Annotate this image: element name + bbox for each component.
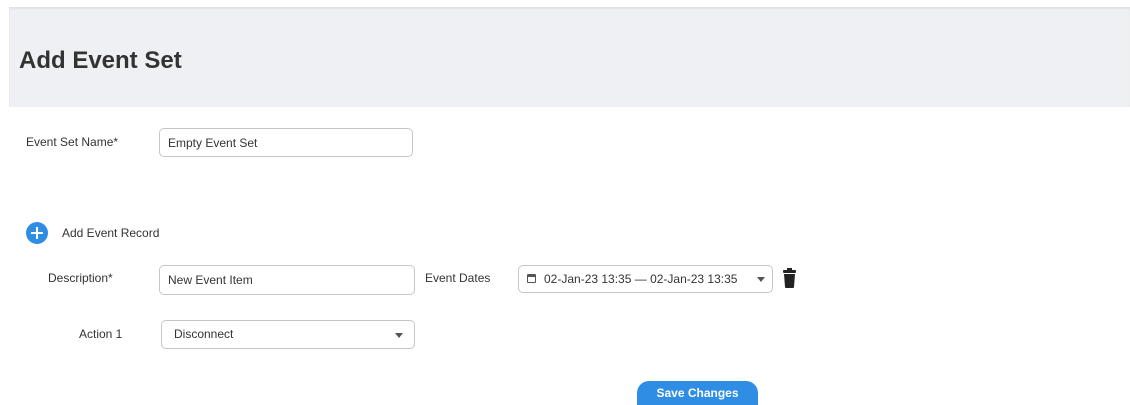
save-changes-button[interactable]: Save Changes xyxy=(637,381,758,405)
event-dates-value: 02-Jan-23 13:35 — 02-Jan-23 13:35 xyxy=(544,272,738,286)
add-event-set-page: Add Event Set Event Set Name* Empty Even… xyxy=(0,0,1130,405)
description-input[interactable]: New Event Item xyxy=(159,265,415,295)
description-label: Description* xyxy=(48,271,113,285)
chevron-down-icon xyxy=(395,333,403,338)
event-set-name-value: Empty Event Set xyxy=(168,136,258,150)
action-1-label: Action 1 xyxy=(79,327,123,341)
event-set-name-label: Event Set Name* xyxy=(26,135,119,149)
add-event-record-label[interactable]: Add Event Record xyxy=(62,226,159,240)
calendar-icon xyxy=(527,274,536,283)
trash-icon xyxy=(783,268,796,288)
page-header: Add Event Set xyxy=(9,7,1130,107)
event-dates-picker[interactable]: 02-Jan-23 13:35 — 02-Jan-23 13:35 xyxy=(518,265,773,293)
description-value: New Event Item xyxy=(168,273,253,287)
action-1-value: Disconnect xyxy=(174,327,234,341)
action-1-select[interactable]: Disconnect xyxy=(161,320,415,349)
page-title: Add Event Set xyxy=(19,47,182,74)
delete-record-button[interactable] xyxy=(783,268,796,288)
chevron-down-icon[interactable] xyxy=(757,277,765,282)
event-set-name-input[interactable]: Empty Event Set xyxy=(159,128,413,157)
add-event-record-button[interactable] xyxy=(26,222,48,244)
event-dates-label: Event Dates xyxy=(425,271,491,285)
